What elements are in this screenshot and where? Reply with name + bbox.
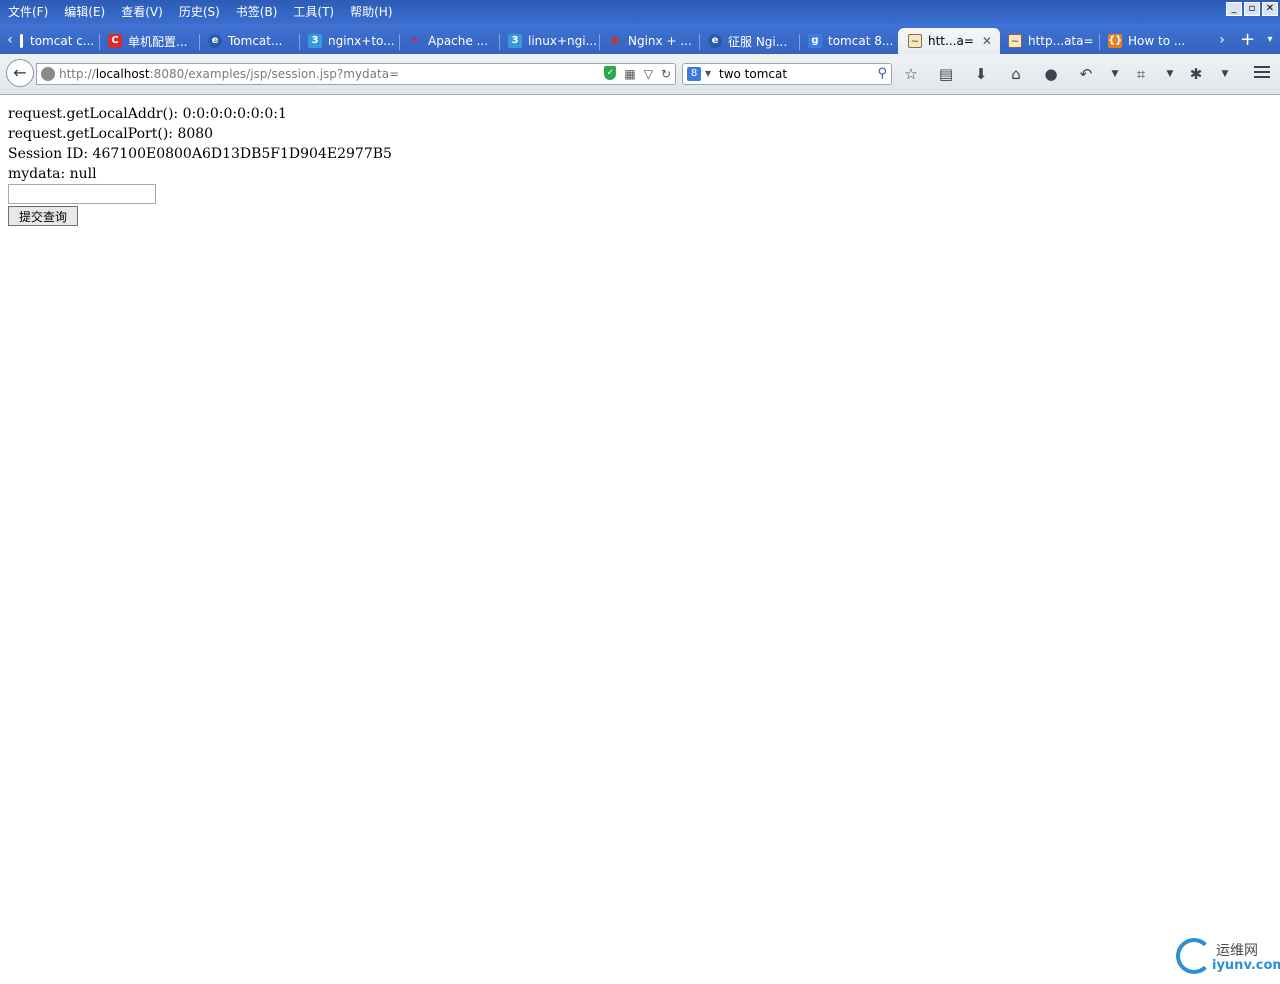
local-port-text: request.getLocalPort(): 8080 bbox=[8, 126, 214, 142]
url-host: localhost bbox=[95, 67, 150, 81]
page-content: request.getLocalAddr(): 0:0:0:0:0:0:0:1 … bbox=[8, 104, 392, 226]
tab-4[interactable]: 3 nginx+to... bbox=[308, 28, 400, 54]
close-tab-icon[interactable]: ✕ bbox=[982, 34, 992, 48]
menu-file[interactable]: 文件(F) bbox=[0, 0, 56, 24]
crop-dropdown-icon[interactable]: ▼ bbox=[1165, 63, 1175, 85]
tab-title: Apache ... bbox=[428, 34, 489, 48]
tab-title: tomcat 8... bbox=[828, 34, 894, 48]
minimize-button[interactable]: _ bbox=[1226, 2, 1242, 16]
g-icon: g bbox=[808, 34, 822, 48]
e-icon: e bbox=[208, 34, 222, 48]
close-window-button[interactable]: ✕ bbox=[1262, 2, 1278, 16]
watermark-cn: 运维网 bbox=[1216, 943, 1258, 959]
home-icon[interactable]: ⌂ bbox=[1005, 63, 1027, 85]
dropdown-icon[interactable]: ▽ bbox=[644, 66, 653, 82]
feather-icon: ❧ bbox=[409, 33, 421, 48]
tab-title: linux+ngi... bbox=[528, 34, 598, 48]
search-input[interactable]: two tomcat bbox=[719, 64, 787, 84]
shield-icon[interactable]: ✓ bbox=[604, 66, 617, 80]
braces-icon: {} bbox=[1108, 34, 1123, 48]
download-icon[interactable]: ⬇ bbox=[970, 63, 992, 85]
tab-title: htt...a= bbox=[928, 34, 974, 48]
menu-history[interactable]: 历史(S) bbox=[171, 0, 228, 24]
tab-list-icon[interactable]: ▾ bbox=[1262, 30, 1278, 50]
menu-help[interactable]: 帮助(H) bbox=[342, 0, 400, 24]
back-button[interactable]: ← bbox=[6, 59, 34, 87]
watermark-logo: 运维网 iyunv.com bbox=[1176, 936, 1280, 978]
clipboard-icon[interactable]: ▤ bbox=[935, 63, 957, 85]
logo-arc-icon bbox=[1176, 938, 1212, 974]
reload-icon[interactable]: ↻ bbox=[661, 66, 671, 82]
url-text[interactable]: http://localhost:8080/examples/jsp/sessi… bbox=[59, 64, 399, 84]
tab-2[interactable]: C 单机配置... bbox=[108, 28, 200, 54]
tab-10-active[interactable]: ~ htt...a= ✕ bbox=[898, 28, 1000, 54]
bar-icon bbox=[20, 34, 23, 48]
bug-dropdown-icon[interactable]: ▼ bbox=[1220, 63, 1230, 85]
tab-title: tomcat c... bbox=[30, 34, 95, 48]
tab-title: How to ... bbox=[1128, 34, 1186, 48]
url-bar[interactable]: http://localhost:8080/examples/jsp/sessi… bbox=[36, 63, 676, 85]
back-arrow-icon: ← bbox=[13, 63, 27, 82]
url-path: :8080/examples/jsp/session.jsp?mydata= bbox=[149, 67, 400, 81]
chat-icon[interactable]: ● bbox=[1040, 63, 1062, 85]
tab-11[interactable]: ~ http...ata= bbox=[1008, 28, 1100, 54]
tab-title: Nginx + ... bbox=[628, 34, 692, 48]
e-icon: e bbox=[708, 34, 722, 48]
search-engine-dropdown-icon[interactable]: ▼ bbox=[705, 66, 711, 82]
qr-code-icon[interactable]: ▦ bbox=[624, 66, 635, 82]
bug-icon[interactable]: ✱ bbox=[1185, 63, 1207, 85]
star-icon[interactable]: ☆ bbox=[900, 63, 922, 85]
bs-icon: 3 bbox=[308, 34, 322, 48]
tab-5[interactable]: ❧ Apache ... bbox=[408, 28, 500, 54]
hamburger-menu-icon[interactable] bbox=[1254, 66, 1270, 81]
search-engine-icon[interactable]: 8 bbox=[687, 67, 701, 81]
navigation-toolbar: ← http://localhost:8080/examples/jsp/ses… bbox=[0, 54, 1280, 95]
tab-12[interactable]: {} How to ... bbox=[1108, 28, 1204, 54]
tab-7[interactable]: ▣ Nginx + ... bbox=[608, 28, 700, 54]
submit-query-button[interactable]: 提交查询 bbox=[8, 206, 79, 226]
menu-view[interactable]: 查看(V) bbox=[113, 0, 171, 24]
cube-icon: ▣ bbox=[610, 35, 620, 46]
search-icon[interactable]: ⚲ bbox=[877, 65, 887, 83]
tab-6[interactable]: 3 linux+ngi... bbox=[508, 28, 600, 54]
undo-icon[interactable]: ↶ bbox=[1075, 63, 1097, 85]
local-addr-text: request.getLocalAddr(): 0:0:0:0:0:0:0:1 bbox=[8, 106, 287, 122]
tab-8[interactable]: e 征服 Ngi... bbox=[708, 28, 800, 54]
crop-icon[interactable]: ⌗ bbox=[1130, 63, 1152, 85]
menu-bookmarks[interactable]: 书签(B) bbox=[228, 0, 286, 24]
watermark-en: iyunv.com bbox=[1212, 958, 1280, 973]
session-id-text: Session ID: 467100E0800A6D13DB5F1D904E29… bbox=[8, 146, 392, 162]
url-bar-icons: ✓ ▦ ▽ ↻ bbox=[604, 66, 671, 82]
menu-edit[interactable]: 编辑(E) bbox=[56, 0, 113, 24]
tab-title: nginx+to... bbox=[328, 34, 395, 48]
restore-button[interactable]: ▫ bbox=[1244, 2, 1260, 16]
tab-3[interactable]: e Tomcat... bbox=[208, 28, 300, 54]
undo-dropdown-icon[interactable]: ▼ bbox=[1110, 63, 1120, 85]
title-bar: 文件(F) 编辑(E) 查看(V) 历史(S) 书签(B) 工具(T) 帮助(H… bbox=[0, 0, 1280, 24]
page-icon: ~ bbox=[908, 34, 922, 48]
tab-title: Tomcat... bbox=[228, 34, 283, 48]
tab-strip: ‹ tomcat c... C 单机配置... e Tomcat... 3 ng… bbox=[0, 24, 1280, 54]
tab-title: 征服 Ngi... bbox=[728, 34, 788, 49]
tab-title: 单机配置... bbox=[128, 34, 188, 49]
mydata-input[interactable] bbox=[8, 184, 156, 204]
tab-scroll-left-icon[interactable]: ‹ bbox=[2, 30, 18, 50]
menu-tools[interactable]: 工具(T) bbox=[285, 0, 342, 24]
new-tab-icon[interactable]: + bbox=[1240, 30, 1255, 50]
tab-9[interactable]: g tomcat 8... bbox=[808, 28, 898, 54]
tab-scroll-right-icon[interactable]: › bbox=[1214, 30, 1230, 50]
toolbar-buttons: ☆ ▤ ⬇ ⌂ ● ↶ ▼ ⌗ ▼ ✱ ▼ bbox=[900, 62, 1240, 86]
menu-bar: 文件(F) 编辑(E) 查看(V) 历史(S) 书签(B) 工具(T) 帮助(H… bbox=[0, 0, 401, 24]
search-bar[interactable]: 8 ▼ two tomcat ⚲ bbox=[682, 63, 892, 85]
globe-icon bbox=[41, 67, 55, 81]
window-controls: _ ▫ ✕ bbox=[1226, 2, 1278, 16]
mydata-text: mydata: null bbox=[8, 166, 97, 182]
url-scheme: http:// bbox=[59, 67, 96, 81]
tab-title: http...ata= bbox=[1028, 34, 1094, 48]
bs-icon: 3 bbox=[508, 34, 522, 48]
page-icon: ~ bbox=[1008, 34, 1022, 48]
c-icon: C bbox=[108, 34, 122, 48]
tab-1[interactable]: tomcat c... bbox=[20, 28, 100, 54]
